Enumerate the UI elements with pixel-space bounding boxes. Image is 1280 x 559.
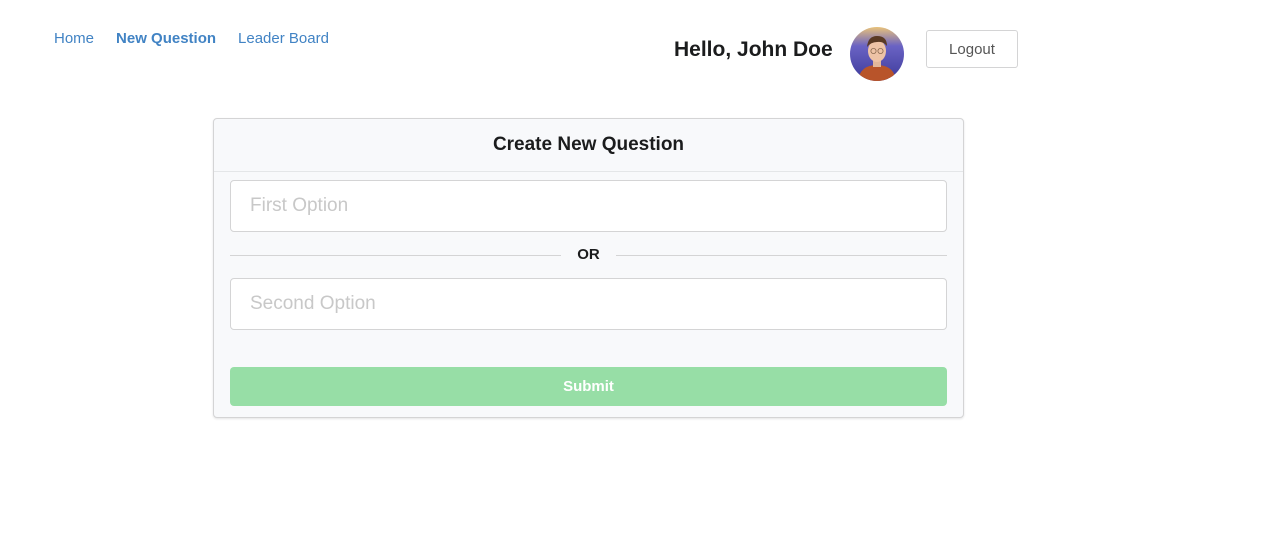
nav-item-new-question[interactable]: New Question	[116, 30, 216, 47]
user-avatar-image	[850, 27, 904, 81]
user-greeting: Hello, John Doe	[674, 38, 833, 61]
first-option-input[interactable]	[230, 180, 947, 232]
submit-button[interactable]: Submit	[230, 367, 947, 406]
nav-item-leader-board[interactable]: Leader Board	[238, 30, 329, 47]
divider-line-right	[616, 255, 947, 256]
nav-item-home[interactable]: Home	[54, 30, 94, 47]
create-question-card: Create New Question OR Submit	[213, 118, 964, 418]
second-option-input[interactable]	[230, 278, 947, 330]
top-nav: Home New Question Leader Board	[54, 30, 329, 47]
avatar	[850, 27, 904, 81]
logout-button[interactable]: Logout	[926, 30, 1018, 68]
or-divider: OR	[230, 244, 947, 266]
card-title: Create New Question	[214, 119, 963, 172]
